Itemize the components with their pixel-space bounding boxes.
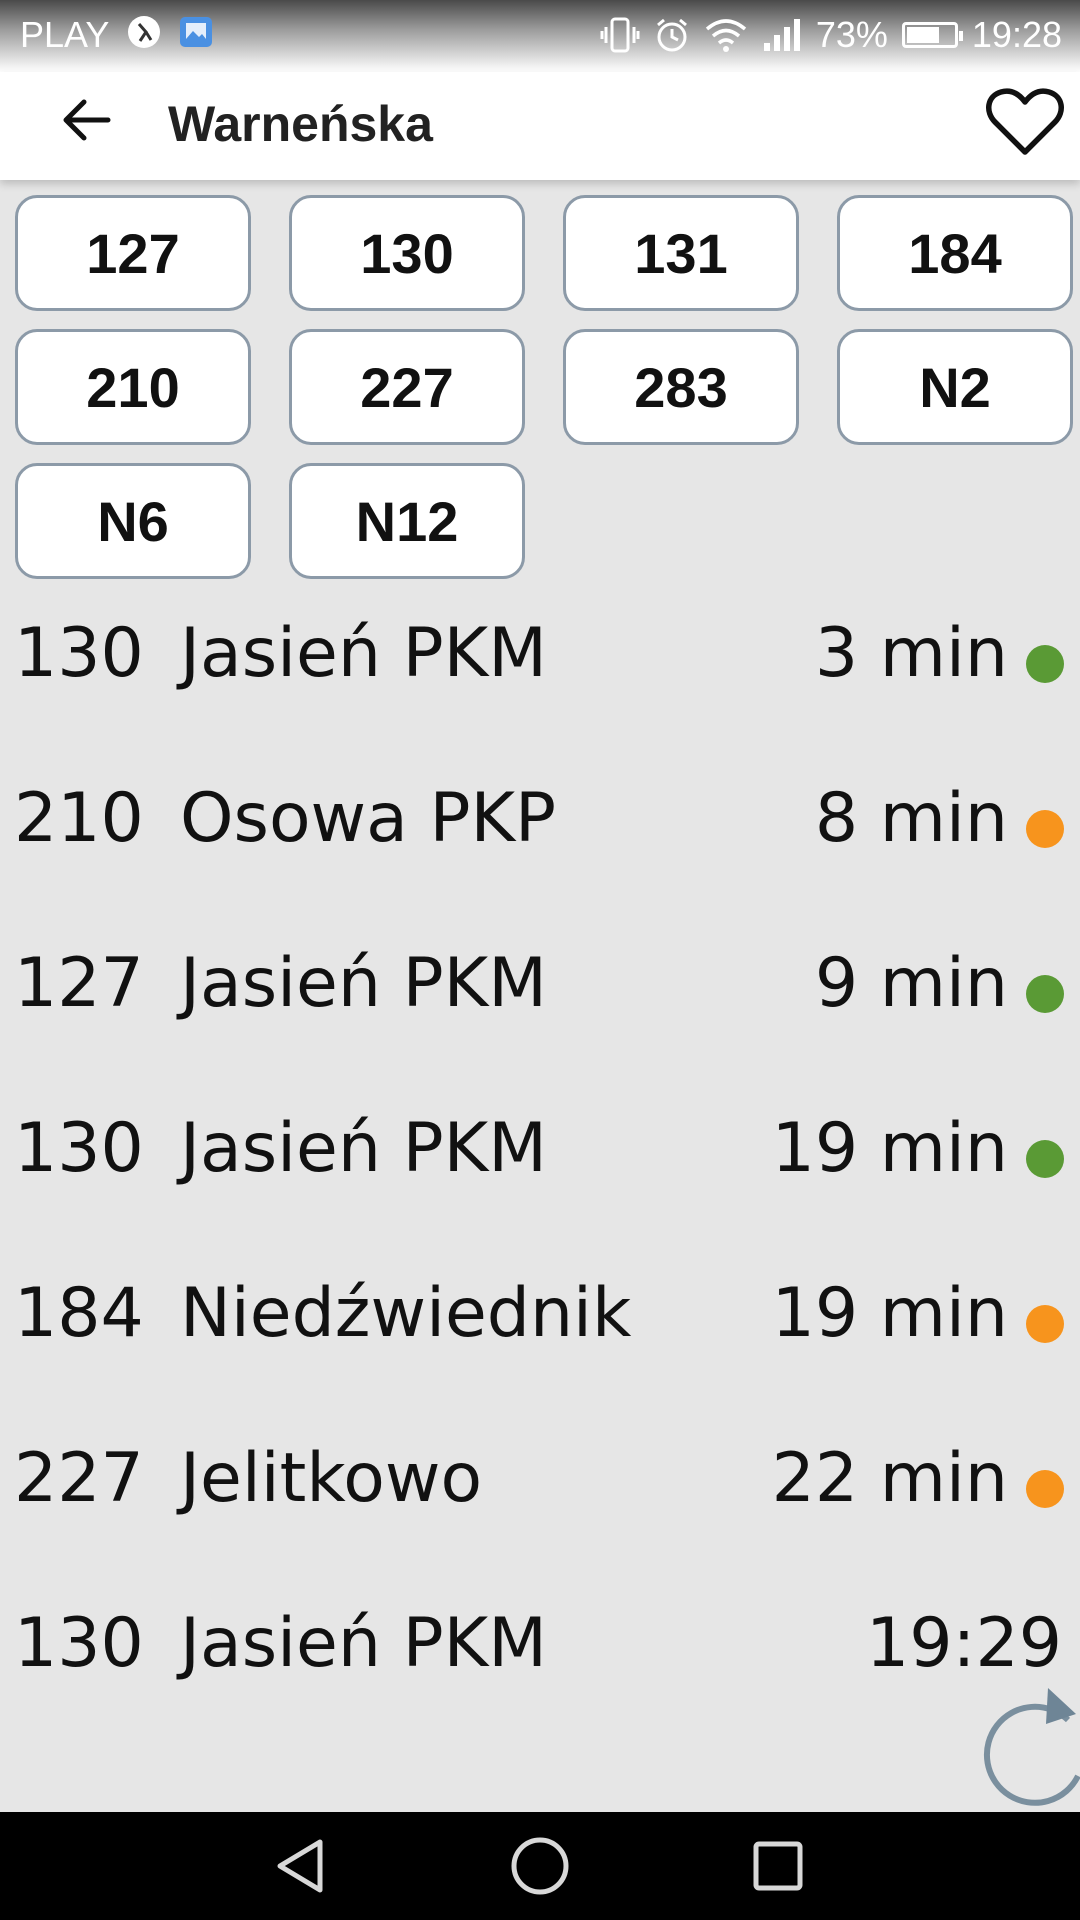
departure-row[interactable]: 130 Jasień PKM 19:29 bbox=[0, 1580, 1080, 1745]
nav-recents-icon bbox=[753, 1841, 803, 1891]
departure-line: 130 bbox=[14, 1604, 144, 1683]
status-dot bbox=[1026, 645, 1064, 683]
line-chips: 127 130 131 184 210 227 283 N2 N6 N12 bbox=[15, 195, 1075, 579]
nav-home-button[interactable] bbox=[500, 1826, 580, 1906]
departure-destination: Jelitkowo bbox=[180, 1439, 483, 1518]
status-icons: 73% 19:28 bbox=[600, 14, 1062, 56]
departure-destination: Jasień PKM bbox=[180, 1604, 547, 1683]
status-dot bbox=[1026, 1470, 1064, 1508]
heart-outline-icon bbox=[986, 88, 1064, 155]
line-chip-184[interactable]: 184 bbox=[837, 195, 1073, 311]
line-chip-130[interactable]: 130 bbox=[289, 195, 525, 311]
vibrate-icon bbox=[600, 17, 640, 53]
status-bar: PLAY 73% 19:28 bbox=[0, 0, 1080, 72]
line-chip-n2[interactable]: N2 bbox=[837, 329, 1073, 445]
departure-row[interactable]: 184 Niedźwiednik 19 min bbox=[0, 1250, 1080, 1415]
line-chip-n6[interactable]: N6 bbox=[15, 463, 251, 579]
departure-time: 3 min bbox=[814, 614, 1008, 693]
status-dot bbox=[1026, 975, 1064, 1013]
line-chip-127[interactable]: 127 bbox=[15, 195, 251, 311]
departure-time: 8 min bbox=[814, 779, 1008, 858]
departure-row[interactable]: 127 Jasień PKM 9 min bbox=[0, 920, 1080, 1085]
departure-line: 130 bbox=[14, 1109, 144, 1188]
departure-line: 210 bbox=[14, 779, 144, 858]
app-bar: Warneńska bbox=[0, 72, 1080, 180]
departure-row[interactable]: 130 Jasień PKM 3 min bbox=[0, 590, 1080, 755]
line-chip-210[interactable]: 210 bbox=[15, 329, 251, 445]
departure-destination: Jasień PKM bbox=[180, 944, 547, 1023]
status-dot bbox=[1026, 810, 1064, 848]
status-dot bbox=[1026, 1305, 1064, 1343]
battery-icon bbox=[901, 22, 963, 48]
departure-destination: Jasień PKM bbox=[180, 614, 547, 693]
battery-fill bbox=[906, 27, 940, 43]
carrier-name: PLAY bbox=[20, 14, 110, 55]
gallery-icon bbox=[178, 14, 214, 59]
departure-line: 184 bbox=[14, 1274, 144, 1353]
arrow-left-icon bbox=[63, 99, 111, 141]
clock: 19:28 bbox=[971, 14, 1062, 55]
line-chip-227[interactable]: 227 bbox=[289, 329, 525, 445]
departure-row[interactable]: 130 Jasień PKM 19 min bbox=[0, 1085, 1080, 1250]
departure-line: 127 bbox=[14, 944, 144, 1023]
wifi-icon bbox=[705, 19, 746, 52]
departure-time: 22 min bbox=[771, 1439, 1008, 1518]
departure-row[interactable]: 210 Osowa PKP 8 min bbox=[0, 755, 1080, 920]
line-chip-283[interactable]: 283 bbox=[563, 329, 799, 445]
alarm-icon bbox=[656, 18, 687, 52]
nav-back-icon bbox=[277, 1839, 323, 1893]
departure-time: 19:29 bbox=[866, 1604, 1062, 1683]
line-chip-n12[interactable]: N12 bbox=[289, 463, 525, 579]
signal-icon bbox=[763, 19, 800, 51]
battery-percent: 73% bbox=[815, 14, 888, 55]
departure-line: 130 bbox=[14, 614, 144, 693]
status-dot bbox=[1026, 1140, 1064, 1178]
nav-back-button[interactable] bbox=[260, 1826, 340, 1906]
departure-destination: Niedźwiednik bbox=[180, 1274, 632, 1353]
refresh-icon bbox=[984, 1688, 1080, 1806]
departure-destination: Jasień PKM bbox=[180, 1109, 547, 1188]
navigation-bar bbox=[0, 1812, 1080, 1920]
departure-line: 227 bbox=[14, 1439, 144, 1518]
nav-recents-button[interactable] bbox=[738, 1826, 818, 1906]
refresh-button[interactable] bbox=[960, 1680, 1080, 1810]
departure-time: 19 min bbox=[771, 1274, 1008, 1353]
departure-time: 9 min bbox=[814, 944, 1008, 1023]
back-button[interactable] bbox=[46, 80, 126, 160]
nav-home-icon bbox=[511, 1837, 569, 1895]
favorite-button[interactable] bbox=[970, 72, 1080, 172]
cat-app-icon bbox=[126, 14, 162, 59]
departures-list: 130 Jasień PKM 3 min 210 Osowa PKP 8 min… bbox=[0, 590, 1080, 1745]
departure-destination: Osowa PKP bbox=[180, 779, 557, 858]
departure-row[interactable]: 227 Jelitkowo 22 min bbox=[0, 1415, 1080, 1580]
departure-time: 19 min bbox=[771, 1109, 1008, 1188]
page-title: Warneńska bbox=[168, 96, 433, 152]
line-chip-131[interactable]: 131 bbox=[563, 195, 799, 311]
